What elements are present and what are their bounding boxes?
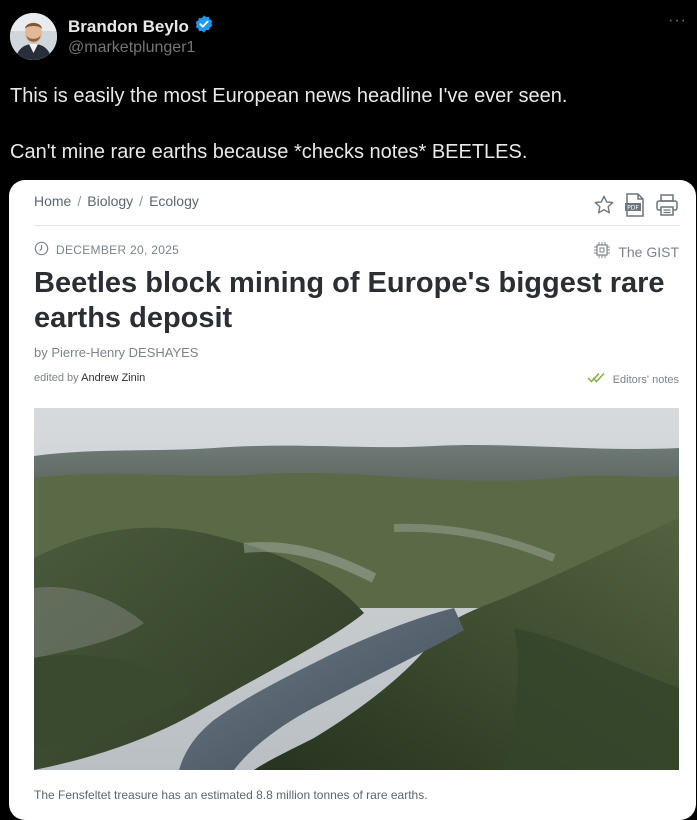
publish-date-text: DECEMBER 20, 2025 [56, 243, 180, 257]
editors-notes-label[interactable]: Editors' notes [613, 374, 679, 386]
breadcrumb-separator: / [77, 193, 82, 209]
article-photo [34, 408, 679, 770]
breadcrumb: Home / Biology / Ecology [34, 193, 199, 209]
chip-icon [593, 241, 611, 262]
breadcrumb-biology[interactable]: Biology [87, 193, 133, 209]
tweet-text: This is easily the most European news he… [10, 82, 687, 166]
editors-notes-link[interactable]: Editors' notes [587, 372, 679, 387]
tweet-text-line-1: This is easily the most European news he… [10, 85, 568, 107]
breadcrumb-separator: / [139, 193, 144, 209]
breadcrumb-home[interactable]: Home [34, 193, 71, 209]
more-options-icon[interactable]: ··· [668, 12, 687, 30]
clock-icon [34, 241, 49, 259]
user-handle[interactable]: @marketplunger1 [68, 39, 195, 57]
print-icon[interactable] [655, 194, 679, 216]
edited-by: edited by Andrew Zinin [34, 372, 145, 384]
breadcrumb-ecology[interactable]: Ecology [149, 193, 199, 209]
display-name[interactable]: Brandon Beylo [68, 17, 189, 37]
edited-by-label: edited by [34, 372, 79, 384]
tweet-text-line-2: Can't mine rare earths because *checks n… [10, 141, 528, 163]
pdf-icon[interactable]: PDF [624, 193, 646, 217]
editor-name[interactable]: Andrew Zinin [81, 372, 145, 384]
the-gist-label[interactable]: The GIST [618, 244, 679, 260]
the-gist-link[interactable]: The GIST [593, 241, 679, 262]
publish-date: DECEMBER 20, 2025 [34, 241, 179, 259]
svg-text:PDF: PDF [627, 205, 639, 212]
byline[interactable]: by Pierre-Henry DESHAYES [34, 345, 198, 360]
article-screenshot-card[interactable]: Home / Biology / Ecology PDF DECEMBER 20… [9, 180, 696, 820]
article-headline: Beetles block mining of Europe's biggest… [34, 267, 665, 334]
checkmarks-icon [587, 372, 607, 387]
star-icon[interactable] [593, 194, 615, 216]
divider [34, 225, 679, 226]
verified-badge-icon [194, 14, 214, 39]
avatar[interactable] [10, 13, 57, 60]
